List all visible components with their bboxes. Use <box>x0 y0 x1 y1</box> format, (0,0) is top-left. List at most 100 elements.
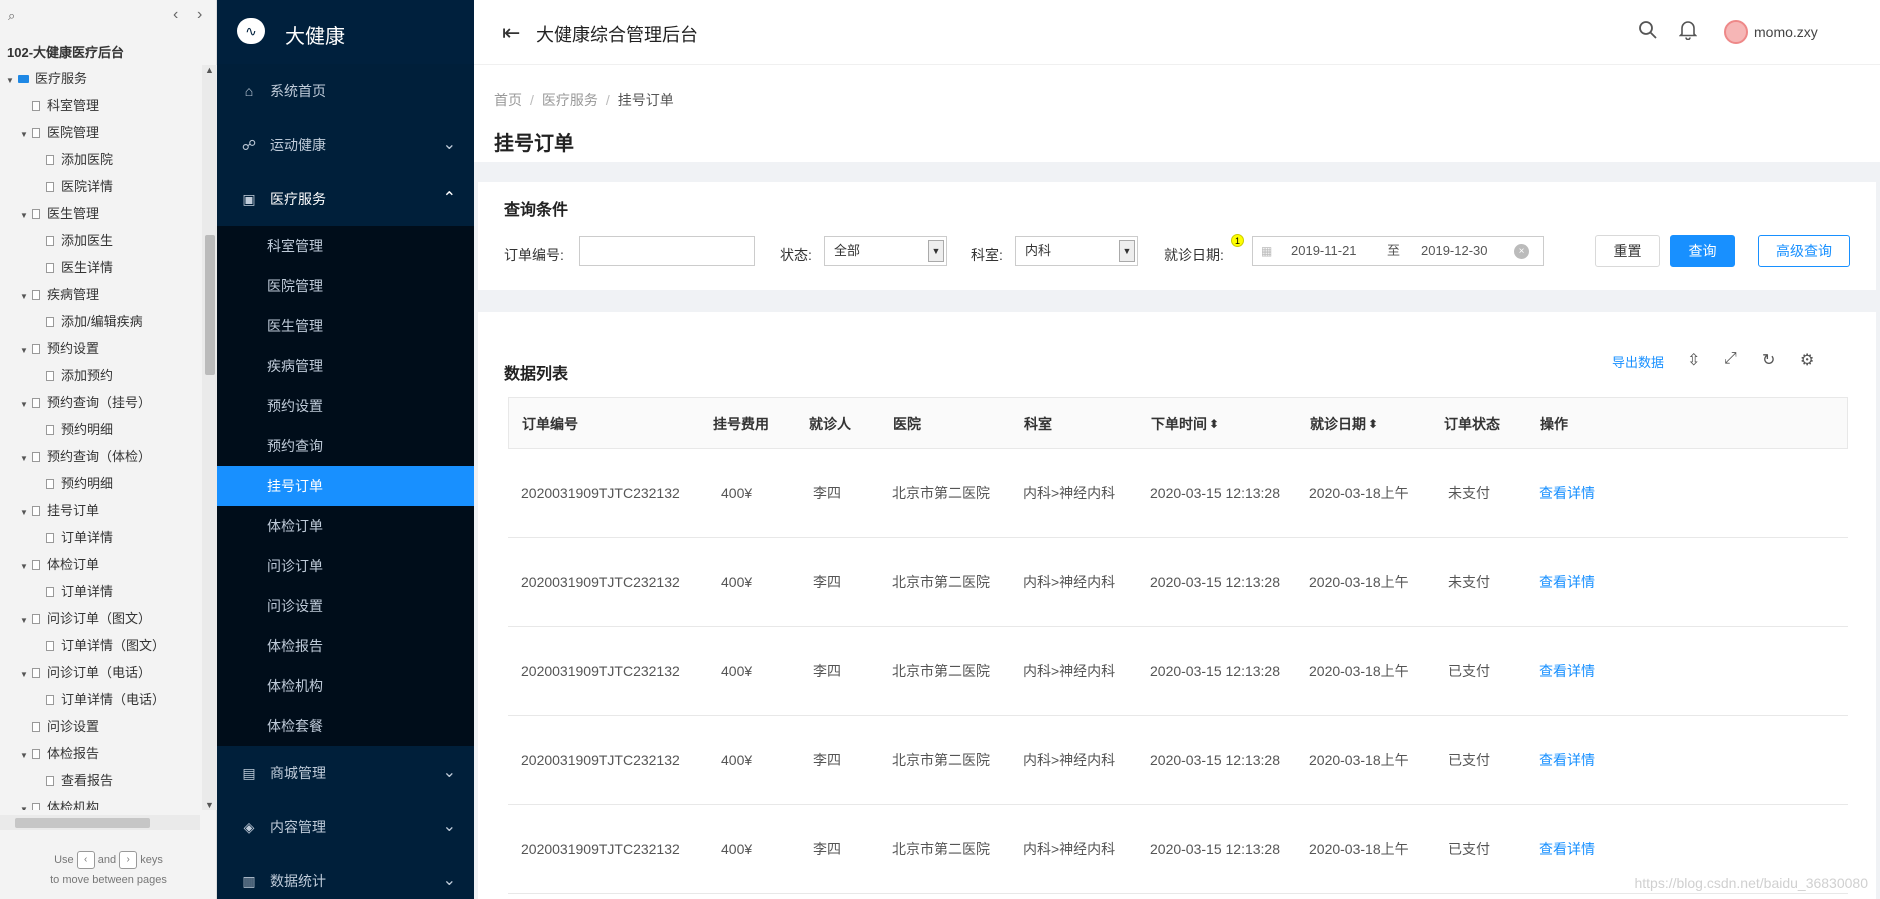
tree-node[interactable]: 预约明细 <box>0 470 200 497</box>
date-from[interactable]: 2019-11-21 <box>1291 237 1357 265</box>
sidebar-item[interactable]: ◈ 内容管理 ⌄ <box>217 800 474 854</box>
view-details-link[interactable]: 查看详情 <box>1539 716 1595 805</box>
sidebar-subitem[interactable]: 科室管理 <box>217 226 474 266</box>
search-icon[interactable]: ⌕ <box>8 8 15 24</box>
export-data-link[interactable]: 导出数据 <box>1612 352 1664 371</box>
settings-icon[interactable]: ⚙ <box>1800 350 1814 370</box>
expand-arrow-icon[interactable]: ▼ <box>20 445 32 472</box>
expand-arrow-icon[interactable]: ▼ <box>20 202 32 229</box>
view-details-link[interactable]: 查看详情 <box>1539 627 1595 716</box>
refresh-icon[interactable]: ↻ <box>1762 350 1775 370</box>
expand-arrow-icon[interactable]: ▼ <box>20 553 32 580</box>
tree-node[interactable]: ▼ 医疗服务 <box>0 65 200 92</box>
tree-node[interactable]: ▼ 预约设置 <box>0 335 200 362</box>
sidebar-subitem[interactable]: 体检套餐 <box>217 706 474 746</box>
column-header[interactable]: 下单时间 <box>1151 398 1207 450</box>
view-details-link[interactable]: 查看详情 <box>1539 449 1595 538</box>
tree-node[interactable]: 订单详情（图文） <box>0 632 200 659</box>
dept-select[interactable]: 内科 ▼ <box>1015 236 1138 266</box>
user-avatar[interactable] <box>1724 20 1748 44</box>
clear-icon[interactable]: × <box>1514 244 1529 259</box>
expand-arrow-icon[interactable]: ▼ <box>20 742 32 769</box>
expand-arrow-icon[interactable]: ▼ <box>6 67 18 94</box>
tree-node[interactable]: ▼ 体检机构 <box>0 794 200 810</box>
row-height-icon[interactable]: ⇳ <box>1687 350 1700 370</box>
status-select[interactable]: 全部 ▼ <box>824 236 947 266</box>
tree-node[interactable]: ▼ 预约查询（挂号） <box>0 389 200 416</box>
sidebar-item[interactable]: ⌂ 系统首页 <box>217 64 474 118</box>
expand-arrow-icon[interactable]: ▼ <box>20 499 32 526</box>
date-to[interactable]: 2019-12-30 <box>1421 237 1488 265</box>
sidebar-logo[interactable]: ∿ 大健康 <box>217 0 474 64</box>
scroll-down-icon[interactable]: ▼ <box>205 800 214 810</box>
tree-node[interactable]: 订单详情 <box>0 524 200 551</box>
tree-node[interactable]: ▼ 挂号订单 <box>0 497 200 524</box>
expand-arrow-icon[interactable]: ▼ <box>20 661 32 688</box>
tree-node[interactable]: 添加医院 <box>0 146 200 173</box>
sidebar-subitem[interactable]: 体检订单 <box>217 506 474 546</box>
tree-node[interactable]: 医院详情 <box>0 173 200 200</box>
search-icon[interactable] <box>1638 20 1658 46</box>
order-no-input[interactable] <box>579 236 755 266</box>
scroll-up-icon[interactable]: ▲ <box>205 65 214 75</box>
tree-node[interactable]: 问诊设置 <box>0 713 200 740</box>
search-button[interactable]: 查询 <box>1670 235 1735 267</box>
sidebar-item[interactable]: ☍ 运动健康 ⌄ <box>217 118 474 172</box>
breadcrumb-section[interactable]: 医疗服务 <box>542 92 598 108</box>
sidebar-subitem[interactable]: 预约查询 <box>217 426 474 466</box>
tree-node[interactable]: 添加医生 <box>0 227 200 254</box>
next-page-icon[interactable]: › <box>197 6 202 24</box>
tree-node[interactable]: 查看报告 <box>0 767 200 794</box>
tree-node[interactable]: 订单详情（电话） <box>0 686 200 713</box>
tree-node[interactable]: 添加/编辑疾病 <box>0 308 200 335</box>
expand-arrow-icon[interactable]: ▼ <box>20 607 32 634</box>
collapse-menu-icon[interactable]: ⇤ <box>502 20 520 46</box>
reset-button[interactable]: 重置 <box>1595 235 1660 267</box>
tree-node[interactable]: ▼ 医生管理 <box>0 200 200 227</box>
tree-node[interactable]: 添加预约 <box>0 362 200 389</box>
hscroll-thumb[interactable] <box>15 818 150 828</box>
tree-node[interactable]: 预约明细 <box>0 416 200 443</box>
column-header[interactable]: 就诊日期 <box>1310 398 1366 450</box>
sidebar-subitem[interactable]: 医生管理 <box>217 306 474 346</box>
tree-node[interactable]: 科室管理 <box>0 92 200 119</box>
bell-icon[interactable] <box>1678 20 1698 46</box>
scroll-thumb[interactable] <box>205 235 215 375</box>
sidebar-subitem[interactable]: 问诊订单 <box>217 546 474 586</box>
expand-arrow-icon[interactable]: ▼ <box>20 391 32 418</box>
sidebar-subitem[interactable]: 预约设置 <box>217 386 474 426</box>
sidebar-subitem[interactable]: 问诊设置 <box>217 586 474 626</box>
tree-node[interactable]: ▼ 问诊订单（图文） <box>0 605 200 632</box>
tree-node[interactable]: ▼ 疾病管理 <box>0 281 200 308</box>
tree-node[interactable]: ▼ 问诊订单（电话） <box>0 659 200 686</box>
view-details-link[interactable]: 查看详情 <box>1539 805 1595 894</box>
sidebar-subitem[interactable]: 体检机构 <box>217 666 474 706</box>
expand-arrow-icon[interactable]: ▼ <box>20 283 32 310</box>
tree-vertical-scrollbar[interactable]: ▲ ▼ <box>202 65 217 810</box>
sidebar-item[interactable]: ▥ 数据统计 ⌄ <box>217 854 474 899</box>
sidebar-item[interactable]: ▣ 医疗服务 ⌃ <box>217 172 474 226</box>
view-details-link[interactable]: 查看详情 <box>1539 538 1595 627</box>
breadcrumb-home[interactable]: 首页 <box>494 92 522 108</box>
prev-page-icon[interactable]: ‹ <box>173 6 178 24</box>
advanced-search-button[interactable]: 高级查询 <box>1758 235 1850 267</box>
sidebar-subitem[interactable]: 体检报告 <box>217 626 474 666</box>
tree-node[interactable]: 医生详情 <box>0 254 200 281</box>
sidebar-subitem[interactable]: 疾病管理 <box>217 346 474 386</box>
expand-arrow-icon[interactable]: ▼ <box>20 337 32 364</box>
sidebar-subitem[interactable]: 挂号订单 <box>217 466 474 506</box>
tree-horizontal-scrollbar[interactable] <box>0 815 200 830</box>
tree-node[interactable]: 订单详情 <box>0 578 200 605</box>
tree-node[interactable]: ▼ 体检报告 <box>0 740 200 767</box>
sidebar-item[interactable]: ▤ 商城管理 ⌄ <box>217 746 474 800</box>
sort-icon[interactable]: ⬍ <box>1209 398 1219 450</box>
expand-arrow-icon[interactable]: ▼ <box>20 796 32 810</box>
fullscreen-icon[interactable]: ⤢ <box>1724 350 1737 368</box>
expand-arrow-icon[interactable]: ▼ <box>20 121 32 148</box>
username[interactable]: momo.zxy <box>1754 24 1818 40</box>
date-range-picker[interactable]: ▦ 2019-11-21 至 2019-12-30 × <box>1252 236 1544 266</box>
sidebar-subitem[interactable]: 医院管理 <box>217 266 474 306</box>
tree-node[interactable]: ▼ 医院管理 <box>0 119 200 146</box>
sort-icon[interactable]: ⬍ <box>1368 398 1378 450</box>
tree-node[interactable]: ▼ 预约查询（体检） <box>0 443 200 470</box>
